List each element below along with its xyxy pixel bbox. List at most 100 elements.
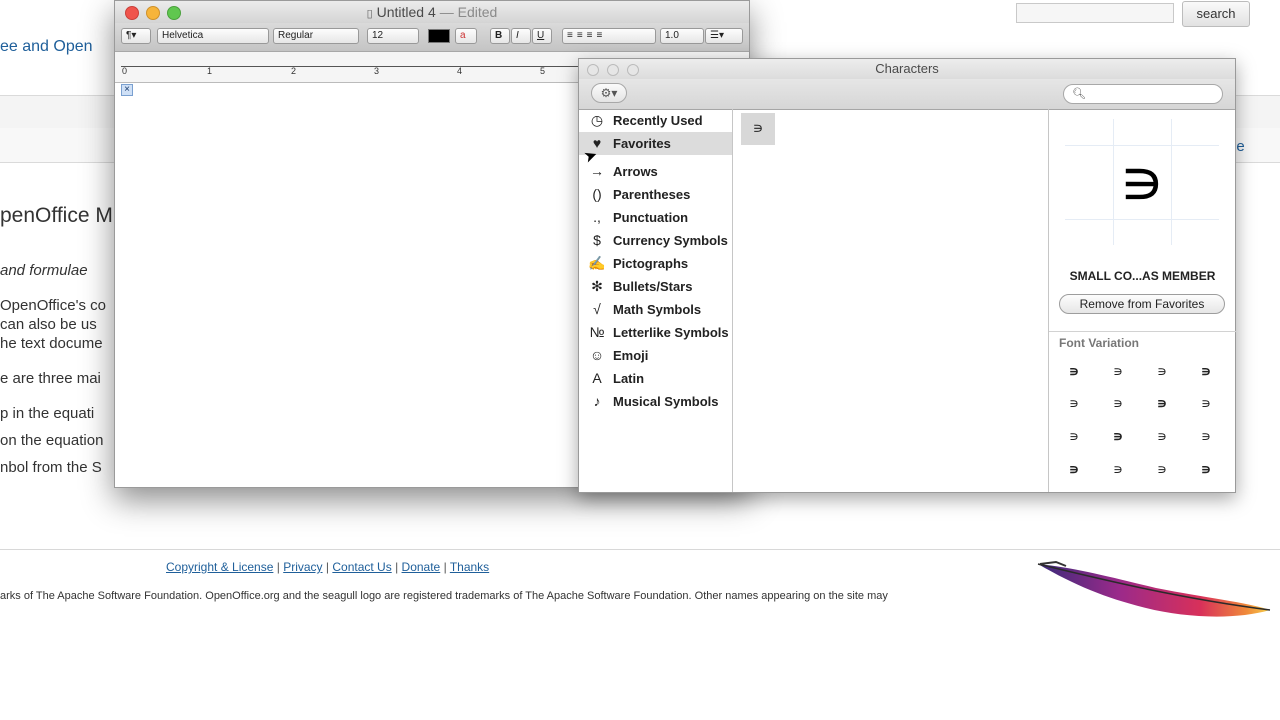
ruler-number: 0 (122, 66, 128, 76)
footer-divider (0, 549, 1280, 550)
character-name: SMALL CO...AS MEMBER (1069, 269, 1216, 283)
footer-links: Copyright & License | Privacy | Contact … (166, 560, 489, 574)
category-item[interactable]: ., Punctuation (579, 206, 732, 229)
category-item[interactable]: () Parentheses (579, 183, 732, 206)
asterisk-icon: ✻ (591, 278, 603, 294)
font-variation-cell[interactable]: ∍ (1194, 393, 1218, 413)
font-variation-cell[interactable]: ∍ (1062, 426, 1086, 446)
category-label: Letterlike Symbols (613, 325, 729, 340)
category-label: Currency Symbols (613, 233, 728, 248)
alignment-buttons[interactable]: ≡≡≡≡ (562, 28, 656, 44)
parentheses-icon: () (592, 186, 602, 202)
italic-button[interactable]: I (511, 28, 531, 44)
clock-icon: ◷ (590, 112, 604, 128)
font-variation-heading: Font Variation (1059, 336, 1140, 350)
ruler-number: 4 (457, 66, 463, 76)
font-variation-cell[interactable]: ∍ (1194, 361, 1218, 381)
text-color-well[interactable] (428, 29, 450, 43)
punctuation-icon: ., (593, 209, 601, 225)
numero-icon: № (589, 324, 605, 340)
footer-separator: | (325, 560, 330, 574)
remove-from-favorites-button[interactable]: Remove from Favorites (1059, 294, 1225, 314)
bold-button[interactable]: B (490, 28, 510, 44)
music-note-icon: ♪ (593, 393, 601, 409)
category-item[interactable]: $ Currency Symbols (579, 229, 732, 252)
font-variation-cell[interactable]: ∍ (1062, 393, 1086, 413)
underline-button[interactable]: U (532, 28, 552, 44)
category-item[interactable]: ♪ Musical Symbols (579, 390, 732, 413)
footer-link-privacy[interactable]: Privacy (283, 560, 322, 574)
category-label: Parentheses (613, 187, 691, 202)
footer-link-thanks[interactable]: Thanks (450, 560, 489, 574)
highlight-color-icon[interactable]: a (455, 28, 477, 44)
smiley-icon: ☺ (589, 347, 605, 363)
body-line: on the equation (0, 432, 104, 449)
font-variation-cell[interactable]: ∍ (1062, 361, 1086, 381)
favorite-character-cell[interactable]: ∍ (741, 113, 775, 145)
ruler-number: 2 (291, 66, 297, 76)
palette-close-button[interactable] (587, 64, 599, 76)
character-info-pane: ∍ SMALL CO...AS MEMBER Remove from Favor… (1048, 109, 1236, 492)
font-variation-cell[interactable]: ∍ (1106, 426, 1130, 446)
font-variation-cell[interactable]: ∍ (1062, 459, 1086, 479)
ruler-number: 3 (374, 66, 380, 76)
footer-link-donate[interactable]: Donate (402, 560, 441, 574)
close-button[interactable] (125, 6, 139, 20)
search-button[interactable]: search (1182, 1, 1250, 27)
character-search-field[interactable]: 🔍︎ (1063, 84, 1223, 104)
line-spacing-popup[interactable]: 1.0 (660, 28, 704, 44)
minimize-button[interactable] (146, 6, 160, 20)
paragraph-style-popup[interactable]: ¶▾ (121, 28, 151, 44)
footer-separator: | (276, 560, 280, 574)
list-bullets-popup[interactable]: ☰▾ (705, 28, 743, 44)
font-variation-cell[interactable]: ∍ (1194, 426, 1218, 446)
subheading: and formulae (0, 262, 88, 279)
palette-zoom-button[interactable] (627, 64, 639, 76)
body-line: p in the equati (0, 405, 95, 422)
category-item[interactable]: ♥ Favorites (579, 132, 732, 155)
insertion-character[interactable]: × (121, 84, 133, 96)
gear-icon[interactable]: ⚙▾ (591, 83, 627, 103)
font-family-popup[interactable]: Helvetica (157, 28, 269, 44)
font-variation-cell[interactable]: ∍ (1150, 459, 1174, 479)
body-line: e are three mai (0, 370, 101, 387)
font-variation-cell[interactable]: ∍ (1150, 426, 1174, 446)
sqrt-icon: √ (593, 301, 601, 317)
window-titlebar[interactable]: ▯ Untitled 4— Edited (115, 1, 749, 23)
ruler-number: 1 (207, 66, 213, 76)
palette-titlebar[interactable]: Characters (579, 59, 1235, 79)
category-item[interactable]: A Latin (579, 367, 732, 390)
footer-trademark-text: arks of The Apache Software Foundation. … (0, 590, 888, 602)
font-size-combo[interactable]: 12 (367, 28, 419, 44)
category-item[interactable]: → Arrows (579, 160, 732, 183)
site-title-link[interactable]: ee and Open (0, 38, 93, 56)
edited-status: — Edited (439, 4, 498, 20)
font-variation-cell[interactable]: ∍ (1150, 393, 1174, 413)
category-label: Arrows (613, 164, 658, 179)
font-style-popup[interactable]: Regular (273, 28, 359, 44)
category-item[interactable]: ✍ Pictographs (579, 252, 732, 275)
category-item[interactable]: № Letterlike Symbols (579, 321, 732, 344)
characters-palette: Characters ⚙▾ 🔍︎ ◷ Recently Used ♥ Favorite… (578, 58, 1236, 493)
font-variation-cell[interactable]: ∍ (1194, 459, 1218, 479)
search-input[interactable] (1016, 3, 1174, 23)
category-item[interactable]: √ Math Symbols (579, 298, 732, 321)
category-item[interactable]: ☺ Emoji (579, 344, 732, 367)
ruler-baseline (121, 66, 581, 67)
dollar-icon: $ (593, 232, 601, 248)
page-heading: penOffice M (0, 204, 113, 227)
category-item[interactable]: ◷ Recently Used (579, 109, 732, 132)
palette-minimize-button[interactable] (607, 64, 619, 76)
palette-title: Characters (875, 61, 939, 76)
font-variation-cell[interactable]: ∍ (1106, 459, 1130, 479)
zoom-button[interactable] (167, 6, 181, 20)
body-line: can also be us (0, 316, 97, 333)
apache-feather-logo (1037, 560, 1271, 617)
font-variation-cell[interactable]: ∍ (1106, 393, 1130, 413)
footer-link-copyright[interactable]: Copyright & License (166, 560, 273, 574)
category-item[interactable]: ✻ Bullets/Stars (579, 275, 732, 298)
font-variation-cell[interactable]: ∍ (1106, 361, 1130, 381)
category-label: Math Symbols (613, 302, 702, 317)
font-variation-cell[interactable]: ∍ (1150, 361, 1174, 381)
footer-link-contact[interactable]: Contact Us (332, 560, 391, 574)
